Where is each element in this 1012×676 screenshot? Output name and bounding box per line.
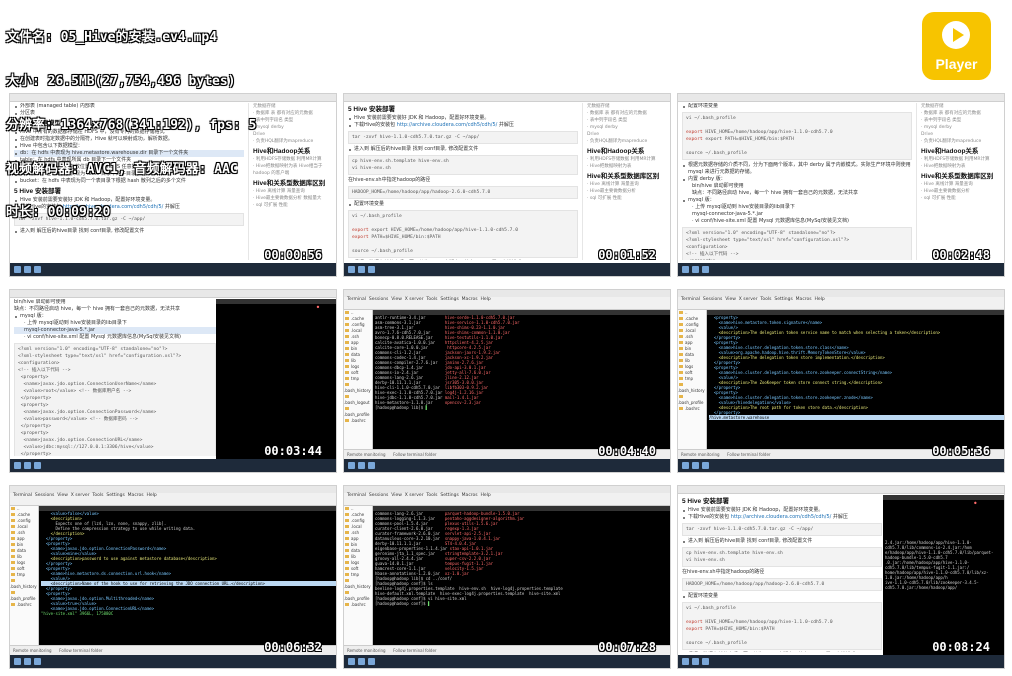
doc-pane: 5 Hive 安装部署 Hive 安装前需要安装好 JDK 和 Hadoop，配… xyxy=(682,495,882,652)
terminal-pane: <property> <name>hive.metastore.token.si… xyxy=(707,310,1004,450)
terminal-pane: ● xyxy=(216,299,336,459)
thumbnail-timestamp: 00:04:40 xyxy=(598,444,656,458)
doc-pane: bin/hive 启动即可使用 缺点：不同路径启动 hive，每一个 hive … xyxy=(14,299,216,456)
file-info-overlay: 文件名: 05_Hive的安装.ev4.mp4 大小: 26.5MB(27,75… xyxy=(6,2,256,236)
side-heading: Hive和Hadoop关系 xyxy=(921,148,979,155)
file-name: 文件名: 05_Hive的安装.ev4.mp4 xyxy=(6,30,218,46)
terminal-pane: <value>false</value> <description> Expec… xyxy=(39,506,336,646)
code-line: export HIVE_HOME=/home/hadoop/app/hive-1… xyxy=(371,228,518,233)
code-line: cp hive-env.sh.template hive-env.sh xyxy=(686,551,783,556)
side-pane: 元数据存储 · 数据库 表 都有对应的元数据 · 表中列字段名 类型 · mys… xyxy=(916,103,1000,260)
side-heading: Hive和Hadoop关系 xyxy=(253,148,311,155)
file-tree: .. .cache .config .local .ssh app bin data lib lo… xyxy=(344,310,373,450)
thumbnail-9[interactable]: 5 Hive 安装部署 Hive 安装前需要安装好 JDK 和 Hadoop，配… xyxy=(677,485,1005,669)
thumbnail-timestamp: 00:05:36 xyxy=(932,444,990,458)
terminal-pane: antlr-runtime-3.4.jar hive-serde-1.1.0-c… xyxy=(373,310,670,450)
thumbnail-timestamp: 00:03:44 xyxy=(264,444,322,458)
player-logo: Player xyxy=(922,12,991,80)
thumbnail-3[interactable]: 配置环境变量 vi ~/.bash_profile export HIVE_HOM… xyxy=(677,93,1005,277)
code-line: <?xml version="1.0" encoding="UTF-8" sta… xyxy=(18,347,168,352)
file-tree: .. .cache .config .local .ssh app bin data lib lo… xyxy=(10,506,39,646)
code-line: export PATH=$HIVE_HOME/bin:$PATH xyxy=(705,137,794,142)
thumbnail-timestamp: 00:06:32 xyxy=(264,640,322,654)
thumbnail-timestamp: 00:00:56 xyxy=(264,248,322,262)
doc-pane: 5 Hive 安装部署 Hive 安装前需要安装好 JDK 和 Hadoop，配… xyxy=(348,103,578,260)
file-codec: 视频解码器: AVC1, 音频解码器: AAC xyxy=(6,161,238,177)
doc-pane: 配置环境变量 vi ~/.bash_profile export HIVE_HOM… xyxy=(682,103,912,260)
thumbnail-timestamp: 00:01:52 xyxy=(598,248,656,262)
side-heading: Hive和Hadoop关系 xyxy=(587,148,645,155)
thumbnail-5[interactable]: Terminal Sessions View X server Tools Se… xyxy=(343,289,671,473)
side-heading-2: Hive和关系型数据库区别 xyxy=(921,173,994,180)
doc-heading: 5 Hive 安装部署 xyxy=(348,106,395,113)
doc-heading: 5 Hive 安装部署 xyxy=(682,498,729,505)
side-heading-2: Hive和关系型数据库区别 xyxy=(253,180,326,187)
thumbnail-timestamp: 00:02:48 xyxy=(932,248,990,262)
side-pane: 元数据存储 · 数据库 表 都有对应的元数据 · 表中列字段名 类型 · mys… xyxy=(248,103,332,260)
thumbnail-4[interactable]: bin/hive 启动即可使用 缺点：不同路径启动 hive，每一个 hive … xyxy=(9,289,337,473)
thumbnail-8[interactable]: Terminal Sessions View X server Tools Se… xyxy=(343,485,671,669)
side-pane: 元数据存储 · 数据库 表 都有对应的元数据 · 表中列字段名 类型 · mys… xyxy=(582,103,666,260)
terminal-pane: ● 2.4.jar:/home/hadoop/app/hive-1.1.0-cd… xyxy=(883,495,1004,655)
file-size: 大小: 26.5MB(27,754,496 bytes) xyxy=(6,73,236,89)
file-resolution: 分辨率: 1364×768(341:192), fps: 5 xyxy=(6,117,257,133)
side-heading-2: Hive和关系型数据库区别 xyxy=(587,173,660,180)
thumbnail-2[interactable]: 5 Hive 安装部署 Hive 安装前需要安装好 JDK 和 Hadoop，配… xyxy=(343,93,671,277)
file-tree: .. .cache .config .local .ssh app bin data lib lo… xyxy=(678,310,707,450)
thumbnail-6[interactable]: Terminal Sessions View X server Tools Se… xyxy=(677,289,1005,473)
file-duration: 时长: 00:09:20 xyxy=(6,205,111,221)
file-tree: .. .cache .config .local .ssh app bin data lib lo… xyxy=(344,506,373,646)
thumbnail-timestamp: 00:07:28 xyxy=(598,640,656,654)
player-logo-label: Player xyxy=(935,56,978,72)
terminal-pane: commons-lang-2.6.jar parquet-hadoop-bund… xyxy=(373,506,670,646)
thumbnail-timestamp: 00:08:24 xyxy=(932,640,990,654)
thumbnail-7[interactable]: Terminal Sessions View X server Tools Se… xyxy=(9,485,337,669)
